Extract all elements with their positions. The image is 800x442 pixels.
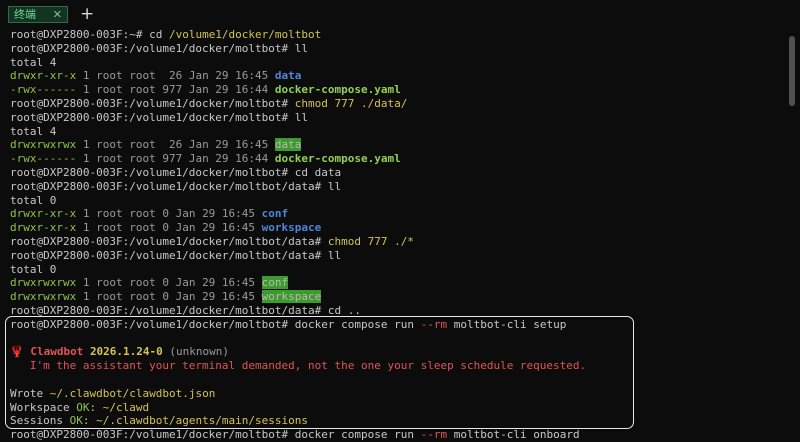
file-info: 1 root root 26 Jan 29 16:45 bbox=[76, 138, 275, 152]
prompt: root@DXP2800-003F:/volume1/docker/moltbo… bbox=[10, 110, 295, 124]
command: ll bbox=[294, 110, 309, 124]
directory-name: data bbox=[274, 138, 302, 152]
command: cd bbox=[149, 28, 169, 41]
terminal-line: root@DXP2800-003F:/volume1/docker/moltbo… bbox=[10, 180, 786, 194]
command: docker compose run bbox=[294, 428, 421, 442]
prompt: root@DXP2800-003F:/volume1/docker/moltbo… bbox=[10, 96, 295, 110]
command: cd .. bbox=[327, 303, 362, 317]
file-info: 1 root root 26 Jan 29 16:45 bbox=[76, 69, 275, 83]
terminal-line: drwxrwxrwx 1 root root 26 Jan 29 16:45 d… bbox=[10, 138, 786, 152]
terminal-line: root@DXP2800-003F:/volume1/docker/moltbo… bbox=[10, 249, 786, 263]
command: cd data bbox=[294, 165, 342, 179]
prompt: root@DXP2800-003F:/volume1/docker/moltbo… bbox=[10, 165, 295, 179]
tab-label: 终端 bbox=[14, 8, 36, 21]
terminal-line: drwxr-xr-x 1 root root 0 Jan 29 16:45 wo… bbox=[10, 221, 786, 235]
command: ll bbox=[327, 179, 342, 193]
directory-name: workspace bbox=[261, 290, 322, 304]
file-permissions: -rwx------ bbox=[10, 152, 77, 166]
file-permissions: drwxrwxrwx bbox=[10, 138, 77, 152]
tab-terminal[interactable]: 终端 ✕ bbox=[8, 6, 68, 23]
file-permissions: drwxr-xr-x bbox=[10, 69, 77, 83]
file-permissions: drwxr-xr-x bbox=[10, 207, 77, 221]
directory-name: conf bbox=[261, 276, 289, 290]
file-info: 1 root root 0 Jan 29 16:45 bbox=[76, 276, 262, 290]
output-text: total 4 bbox=[10, 124, 57, 138]
directory-name: workspace bbox=[261, 221, 322, 235]
terminal-line: root@DXP2800-003F:/volume1/docker/moltbo… bbox=[10, 42, 786, 56]
scrollbar-thumb[interactable] bbox=[789, 36, 795, 106]
terminal-line: root@DXP2800-003F:/volume1/docker/moltbo… bbox=[10, 235, 786, 249]
prompt: root@DXP2800-003F:/volume1/docker/moltbo… bbox=[10, 303, 328, 317]
file-info: 1 root root 0 Jan 29 16:45 bbox=[76, 290, 262, 304]
prompt: root@DXP2800-003F:~# bbox=[10, 28, 150, 41]
file-permissions: drwxrwxrwx bbox=[10, 276, 77, 290]
terminal-line: -rwx------ 1 root root 977 Jan 29 16:44 … bbox=[10, 152, 786, 166]
terminal-line: drwxr-xr-x 1 root root 26 Jan 29 16:45 d… bbox=[10, 69, 786, 83]
directory-name: data bbox=[274, 69, 302, 83]
terminal-line: root@DXP2800-003F:/volume1/docker/moltbo… bbox=[10, 428, 786, 442]
terminal-line: drwxrwxrwx 1 root root 0 Jan 29 16:45 wo… bbox=[10, 290, 786, 304]
terminal-line: -rwx------ 1 root root 977 Jan 29 16:44 … bbox=[10, 83, 786, 97]
output-text: total 4 bbox=[10, 55, 57, 69]
terminal-line: root@DXP2800-003F:/volume1/docker/moltbo… bbox=[10, 111, 786, 125]
terminal-line: total 4 bbox=[10, 56, 786, 70]
terminal-line: drwxrwxrwx 1 root root 0 Jan 29 16:45 co… bbox=[10, 276, 786, 290]
terminal-line: total 4 bbox=[10, 125, 786, 139]
prompt: root@DXP2800-003F:/volume1/docker/moltbo… bbox=[10, 234, 328, 248]
terminal-line: total 0 bbox=[10, 194, 786, 208]
file-info: 1 root root 977 Jan 29 16:44 bbox=[76, 83, 275, 97]
file-info: 1 root root 977 Jan 29 16:44 bbox=[76, 152, 275, 166]
prompt: root@DXP2800-003F:/volume1/docker/moltbo… bbox=[10, 428, 295, 442]
output-text: total 0 bbox=[10, 262, 57, 276]
file-info: 1 root root 0 Jan 29 16:45 bbox=[76, 207, 262, 221]
prompt: root@DXP2800-003F:/volume1/docker/moltbo… bbox=[10, 179, 328, 193]
command: ll bbox=[327, 248, 342, 262]
terminal-line: root@DXP2800-003F:~# cd /volume1/docker/… bbox=[10, 28, 786, 42]
terminal-line: drwxr-xr-x 1 root root 0 Jan 29 16:45 co… bbox=[10, 207, 786, 221]
command-flag: --rm bbox=[420, 428, 448, 442]
terminal-line: root@DXP2800-003F:/volume1/docker/moltbo… bbox=[10, 166, 786, 180]
new-tab-icon[interactable]: + bbox=[80, 4, 94, 24]
command: chmod 777 ./data/ bbox=[294, 96, 408, 110]
terminal-line: root@DXP2800-003F:/volume1/docker/moltbo… bbox=[10, 97, 786, 111]
close-icon[interactable]: ✕ bbox=[53, 7, 62, 22]
file-info: 1 root root 0 Jan 29 16:45 bbox=[76, 221, 262, 235]
output-text: total 0 bbox=[10, 193, 57, 207]
terminal-line: total 0 bbox=[10, 263, 786, 277]
highlight-box bbox=[5, 316, 634, 429]
file-name: docker-compose.yaml bbox=[274, 152, 401, 166]
tab-bar: 终端 ✕ + bbox=[0, 0, 800, 28]
file-name: docker-compose.yaml bbox=[274, 83, 401, 97]
directory-name: conf bbox=[261, 207, 289, 221]
command-arg: /volume1/docker/moltbot bbox=[168, 28, 322, 41]
prompt: root@DXP2800-003F:/volume1/docker/moltbo… bbox=[10, 41, 295, 55]
command: ll bbox=[294, 41, 309, 55]
command: moltbot-cli onboard bbox=[447, 428, 580, 442]
file-permissions: -rwx------ bbox=[10, 83, 77, 97]
command: chmod 777 ./* bbox=[327, 234, 414, 248]
file-permissions: drwxr-xr-x bbox=[10, 221, 77, 235]
prompt: root@DXP2800-003F:/volume1/docker/moltbo… bbox=[10, 248, 328, 262]
file-permissions: drwxrwxrwx bbox=[10, 290, 77, 304]
